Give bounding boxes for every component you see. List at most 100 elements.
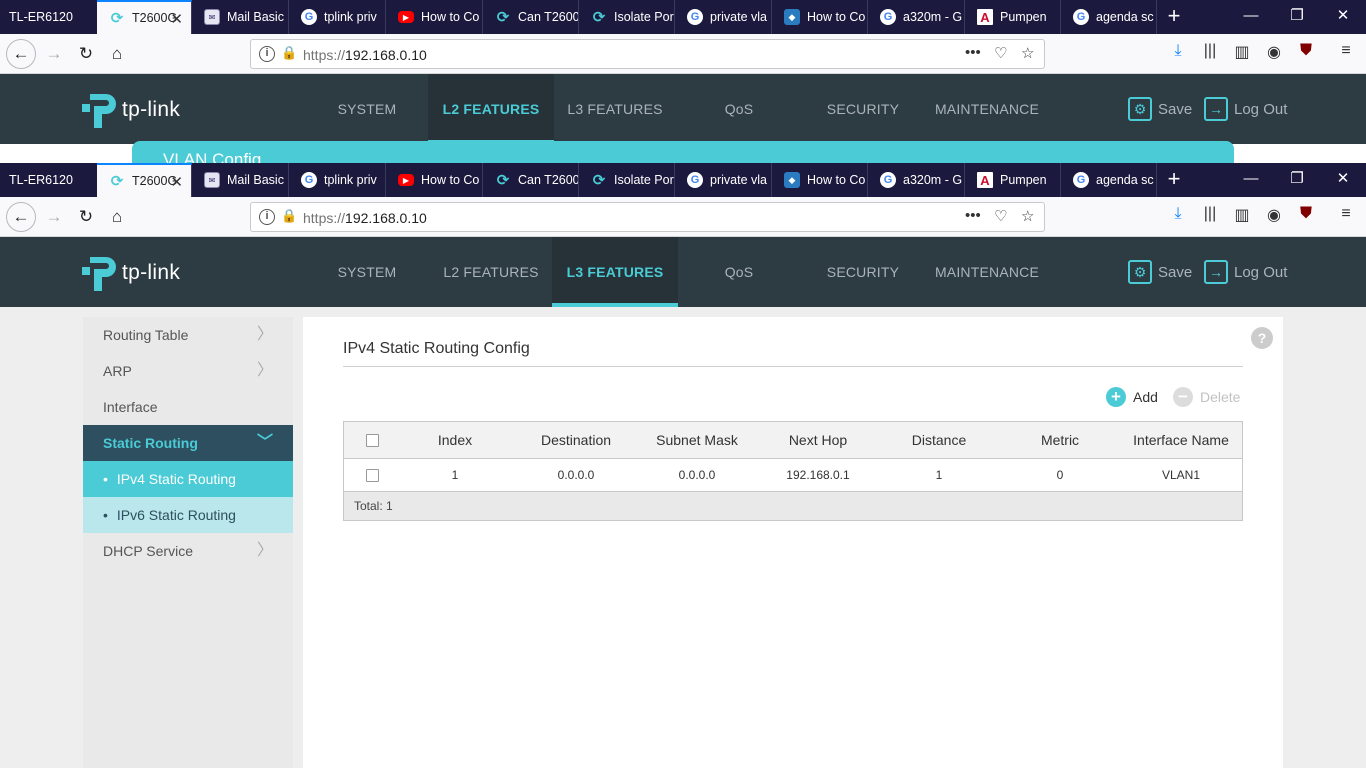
tab-tplink-priv[interactable]: Gtplink priv <box>289 163 386 197</box>
tab-t2600g[interactable]: ⟳ T2600G ✕ <box>97 0 192 34</box>
bookmark-star-icon[interactable]: ☆ <box>1021 207 1034 225</box>
column-header-subnet-mask[interactable]: Subnet Mask <box>642 432 752 448</box>
ublock-icon[interactable]: ⛊ <box>1295 42 1317 60</box>
tab-a320m[interactable]: Ga320m - G <box>868 163 965 197</box>
nav-maintenance[interactable]: MAINTENANCE <box>924 74 1050 144</box>
menu-icon[interactable]: ≡ <box>1335 42 1357 60</box>
nav-l2-features[interactable]: L2 FEATURES <box>428 74 554 144</box>
close-window-button[interactable]: ✕ <box>1320 163 1366 197</box>
download-icon[interactable]: ⤓ <box>1167 42 1189 60</box>
sidebar-icon[interactable]: ▥ <box>1231 205 1253 225</box>
library-icon[interactable]: ||| <box>1199 42 1221 60</box>
save-button[interactable]: ⚙ Save <box>1128 259 1192 285</box>
nav-security[interactable]: SECURITY <box>800 74 926 144</box>
tab-agenda[interactable]: Gagenda sc <box>1061 163 1157 197</box>
home-button[interactable]: ⌂ <box>103 203 131 231</box>
bookmark-star-icon[interactable]: ☆ <box>1021 44 1034 62</box>
add-button[interactable]: + Add <box>1106 387 1158 407</box>
tab-tplink-priv[interactable]: Gtplink priv <box>289 0 386 34</box>
new-tab-button[interactable]: + <box>1162 167 1186 193</box>
sidebar-item-static-routing[interactable]: Static Routing ﹀ <box>83 425 293 461</box>
close-window-button[interactable]: ✕ <box>1320 0 1366 34</box>
back-button[interactable]: ← <box>6 202 36 232</box>
close-icon[interactable]: ✕ <box>170 173 183 191</box>
new-tab-button[interactable]: + <box>1162 4 1186 30</box>
column-header-interface-name[interactable]: Interface Name <box>1126 432 1236 448</box>
minimize-button[interactable]: — <box>1228 163 1274 197</box>
sidebar-item-routing-table[interactable]: Routing Table 〉 <box>83 317 293 353</box>
sidebar-subitem-ipv6-static-routing[interactable]: • IPv6 Static Routing <box>83 497 293 533</box>
column-header-index[interactable]: Index <box>400 432 510 448</box>
restore-button[interactable]: ❐ <box>1274 0 1320 34</box>
tab-isolate-por[interactable]: ⟳ Isolate Por <box>579 0 675 34</box>
tab-tl-er6120[interactable]: TL-ER6120 <box>0 0 97 34</box>
sidebar-subitem-ipv4-static-routing[interactable]: • IPv4 Static Routing <box>83 461 293 497</box>
forward-button[interactable]: → <box>40 203 68 231</box>
page-actions-icon[interactable]: ••• <box>965 207 981 224</box>
tab-agenda[interactable]: Gagenda sc <box>1061 0 1157 34</box>
tab-how-to-co-2[interactable]: ◆ How to Co <box>772 0 868 34</box>
page-actions-icon[interactable]: ••• <box>965 44 981 61</box>
url-bar[interactable]: i 🔒 https://192.168.0.10 ••• ♡ ☆ <box>250 39 1045 69</box>
column-header-metric[interactable]: Metric <box>994 432 1126 448</box>
table-row[interactable]: 1 0.0.0.0 0.0.0.0 192.168.0.1 1 0 VLAN1 <box>344 459 1242 492</box>
ublock-icon[interactable]: ⛊ <box>1295 205 1317 223</box>
download-icon[interactable]: ⤓ <box>1167 205 1189 223</box>
nav-maintenance[interactable]: MAINTENANCE <box>924 237 1050 307</box>
tab-can-t2600[interactable]: ⟳ Can T2600 <box>483 0 579 34</box>
tab-mail-basic[interactable]: ✉ Mail Basic <box>192 0 289 34</box>
save-button[interactable]: ⚙ Save <box>1128 96 1192 122</box>
tab-isolate-por[interactable]: ⟳ Isolate Por <box>579 163 675 197</box>
logout-button[interactable]: → Log Out <box>1204 96 1287 122</box>
forward-button[interactable]: → <box>40 40 68 68</box>
reload-button[interactable]: ↻ <box>72 40 100 68</box>
close-icon[interactable]: ✕ <box>170 10 183 28</box>
minimize-button[interactable]: — <box>1228 0 1274 34</box>
tab-how-to-co[interactable]: ▶ How to Co <box>386 163 483 197</box>
tab-a320m[interactable]: Ga320m - G <box>868 0 965 34</box>
nav-security[interactable]: SECURITY <box>800 237 926 307</box>
tab-private-vla[interactable]: Gprivate vla <box>675 163 772 197</box>
nav-l3-features[interactable]: L3 FEATURES <box>552 74 678 144</box>
nav-l3-features[interactable]: L3 FEATURES <box>552 237 678 307</box>
logout-button[interactable]: → Log Out <box>1204 259 1287 285</box>
info-icon[interactable]: i <box>259 46 275 62</box>
nav-qos[interactable]: QoS <box>676 237 802 307</box>
tab-how-to-co-2[interactable]: ◆ How to Co <box>772 163 868 197</box>
tab-tl-er6120[interactable]: TL-ER6120 <box>0 163 97 197</box>
nav-system[interactable]: SYSTEM <box>304 237 430 307</box>
tab-pumpen[interactable]: A Pumpen <box>965 163 1061 197</box>
url-text[interactable]: https://192.168.0.10 <box>303 210 427 226</box>
account-icon[interactable]: ◉ <box>1263 42 1285 62</box>
nav-system[interactable]: SYSTEM <box>304 74 430 144</box>
info-icon[interactable]: i <box>259 209 275 225</box>
select-all-checkbox[interactable] <box>365 433 379 447</box>
tab-pumpen[interactable]: A Pumpen <box>965 0 1061 34</box>
url-text[interactable]: https://192.168.0.10 <box>303 47 427 63</box>
nav-qos[interactable]: QoS <box>676 74 802 144</box>
row-checkbox[interactable] <box>365 468 379 482</box>
tab-private-vla[interactable]: Gprivate vla <box>675 0 772 34</box>
nav-l2-features[interactable]: L2 FEATURES <box>428 237 554 307</box>
url-bar[interactable]: i 🔒 https://192.168.0.10 ••• ♡ ☆ <box>250 202 1045 232</box>
pocket-icon[interactable]: ♡ <box>994 44 1007 62</box>
account-icon[interactable]: ◉ <box>1263 205 1285 225</box>
menu-icon[interactable]: ≡ <box>1335 205 1357 223</box>
back-button[interactable]: ← <box>6 39 36 69</box>
column-header-distance[interactable]: Distance <box>884 432 994 448</box>
sidebar-item-arp[interactable]: ARP 〉 <box>83 353 293 389</box>
sidebar-item-dhcp-service[interactable]: DHCP Service 〉 <box>83 533 293 569</box>
tab-mail-basic[interactable]: ✉ Mail Basic <box>192 163 289 197</box>
lock-icon[interactable]: 🔒 <box>281 45 297 61</box>
restore-button[interactable]: ❐ <box>1274 163 1320 197</box>
pocket-icon[interactable]: ♡ <box>994 207 1007 225</box>
library-icon[interactable]: ||| <box>1199 205 1221 223</box>
sidebar-item-interface[interactable]: Interface <box>83 389 293 425</box>
sidebar-icon[interactable]: ▥ <box>1231 42 1253 62</box>
tab-how-to-co[interactable]: ▶ How to Co <box>386 0 483 34</box>
lock-icon[interactable]: 🔒 <box>281 208 297 224</box>
delete-button[interactable]: − Delete <box>1173 387 1240 407</box>
help-icon[interactable]: ? <box>1251 327 1273 349</box>
column-header-destination[interactable]: Destination <box>510 432 642 448</box>
tab-can-t2600[interactable]: ⟳ Can T2600 <box>483 163 579 197</box>
